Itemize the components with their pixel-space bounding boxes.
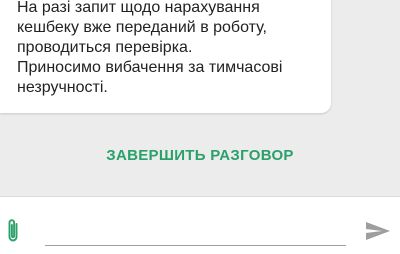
message-input[interactable] [45,215,346,246]
end-conversation-button[interactable]: ЗАВЕРШИТЬ РАЗГОВОР [0,147,400,169]
send-icon[interactable] [365,221,391,241]
message-bubble: На разі запит щодо нарахування кешбеку в… [0,0,331,113]
chat-area: На разі запит щодо нарахування кешбеку в… [0,0,400,196]
message-composer [0,196,400,254]
message-text: На разі запит щодо нарахування кешбеку в… [17,0,283,96]
paperclip-icon[interactable] [4,217,22,245]
